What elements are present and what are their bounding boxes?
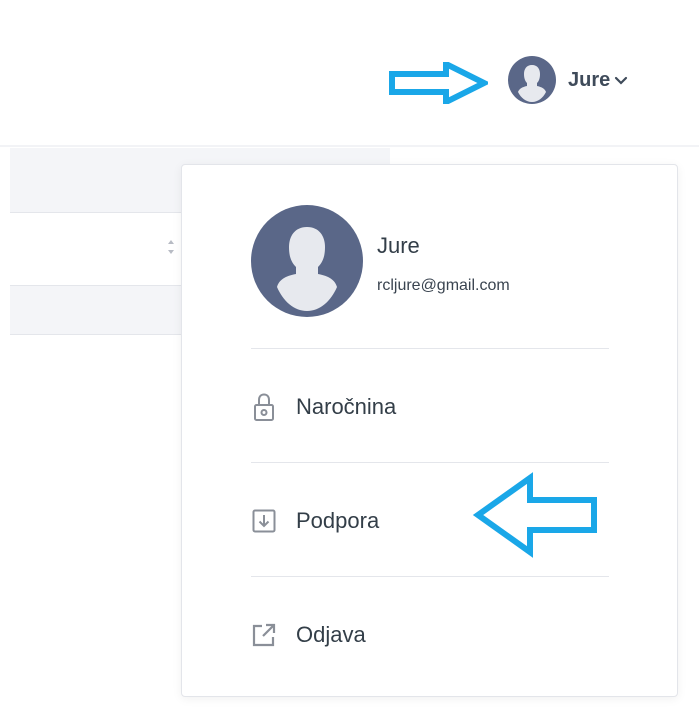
profile-name: Jure — [377, 233, 420, 258]
user-profile-card: Jure rcljure@gmail.com — [251, 205, 651, 320]
menu-item-label: Odjava — [296, 622, 366, 647]
menu-item-label: Naročnina — [296, 394, 397, 419]
menu-divider — [251, 462, 609, 463]
user-name: Jure — [568, 68, 611, 91]
sort-icon[interactable] — [166, 236, 176, 258]
annotation-arrow-right-icon — [389, 62, 488, 104]
chevron-down-icon — [615, 76, 628, 85]
content-top-divider — [0, 145, 699, 147]
menu-divider — [251, 576, 609, 577]
user-menu-trigger[interactable]: Jure — [508, 56, 628, 104]
menu-divider — [251, 348, 609, 349]
lock-icon — [251, 392, 277, 422]
user-avatar-icon — [508, 56, 556, 104]
menu-item-subscription[interactable]: Naročnina — [251, 383, 609, 431]
menu-item-label: Podpora — [296, 508, 380, 533]
user-dropdown-menu: Jure rcljure@gmail.com Naročnina Podpora — [181, 164, 678, 697]
download-icon — [251, 506, 277, 536]
menu-item-logout[interactable]: Odjava — [251, 611, 609, 659]
annotation-arrow-left-icon — [472, 472, 597, 558]
user-avatar-icon — [251, 205, 363, 317]
external-link-icon — [251, 620, 277, 650]
profile-email: rcljure@gmail.com — [377, 277, 510, 294]
